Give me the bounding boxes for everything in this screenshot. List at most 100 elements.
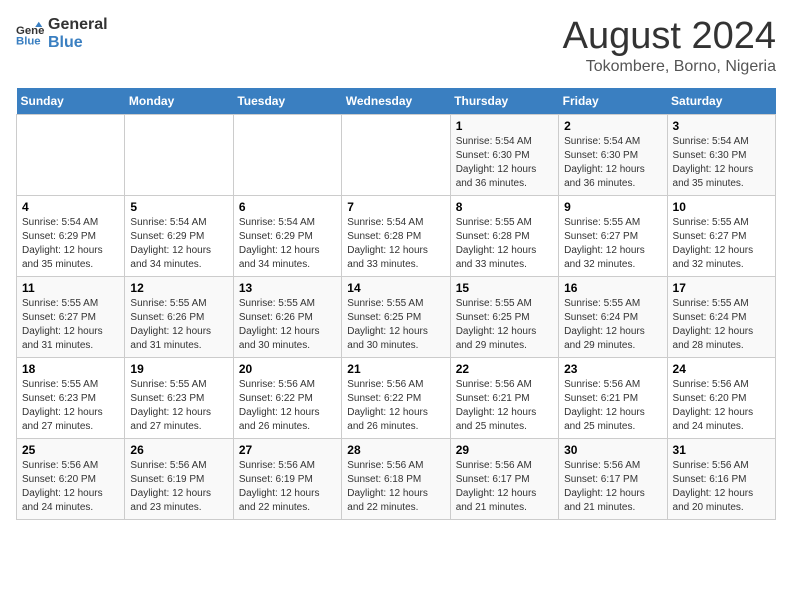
day-info: Sunrise: 5:56 AM Sunset: 6:19 PM Dayligh… (130, 459, 227, 515)
day-info: Sunrise: 5:54 AM Sunset: 6:30 PM Dayligh… (673, 135, 770, 191)
day-number: 11 (22, 281, 119, 295)
day-number: 22 (456, 362, 553, 376)
calendar-cell (342, 114, 450, 195)
calendar-cell: 26 Sunrise: 5:56 AM Sunset: 6:19 PM Dayli… (125, 438, 233, 519)
day-info: Sunrise: 5:55 AM Sunset: 6:23 PM Dayligh… (22, 378, 119, 434)
day-number: 3 (673, 119, 770, 133)
day-number: 15 (456, 281, 553, 295)
day-info: Sunrise: 5:56 AM Sunset: 6:22 PM Dayligh… (347, 378, 444, 434)
weekday-header-friday: Friday (559, 88, 667, 115)
day-info: Sunrise: 5:55 AM Sunset: 6:28 PM Dayligh… (456, 216, 553, 272)
day-info: Sunrise: 5:54 AM Sunset: 6:29 PM Dayligh… (239, 216, 336, 272)
day-info: Sunrise: 5:56 AM Sunset: 6:16 PM Dayligh… (673, 459, 770, 515)
calendar-cell: 18 Sunrise: 5:55 AM Sunset: 6:23 PM Dayli… (17, 357, 125, 438)
day-number: 8 (456, 200, 553, 214)
calendar-cell (125, 114, 233, 195)
day-number: 5 (130, 200, 227, 214)
calendar-cell: 15Sunrise: 5:55 AM Sunset: 6:25 PM Dayli… (450, 276, 558, 357)
title-block: August 2024 Tokombere, Borno, Nigeria (563, 16, 776, 76)
logo-icon: General Blue (16, 20, 44, 48)
svg-text:Blue: Blue (16, 35, 41, 47)
day-info: Sunrise: 5:54 AM Sunset: 6:29 PM Dayligh… (22, 216, 119, 272)
calendar-week-5: 25 Sunrise: 5:56 AM Sunset: 6:20 PM Dayli… (17, 438, 776, 519)
day-number: 4 (22, 200, 119, 214)
day-number: 25 (22, 443, 119, 457)
day-number: 6 (239, 200, 336, 214)
day-info: Sunrise: 5:54 AM Sunset: 6:28 PM Dayligh… (347, 216, 444, 272)
day-number: 18 (22, 362, 119, 376)
day-info: Sunrise: 5:56 AM Sunset: 6:20 PM Dayligh… (22, 459, 119, 515)
weekday-header-sunday: Sunday (17, 88, 125, 115)
day-info: Sunrise: 5:56 AM Sunset: 6:21 PM Dayligh… (564, 378, 661, 434)
calendar-cell: 6 Sunrise: 5:54 AM Sunset: 6:29 PM Daylig… (233, 195, 341, 276)
calendar-header: SundayMondayTuesdayWednesdayThursdayFrid… (17, 88, 776, 115)
calendar-week-2: 4 Sunrise: 5:54 AM Sunset: 6:29 PM Daylig… (17, 195, 776, 276)
calendar-cell: 28 Sunrise: 5:56 AM Sunset: 6:18 PM Dayli… (342, 438, 450, 519)
day-info: Sunrise: 5:56 AM Sunset: 6:20 PM Dayligh… (673, 378, 770, 434)
day-number: 16 (564, 281, 661, 295)
calendar-cell: 13 Sunrise: 5:55 AM Sunset: 6:26 PM Dayli… (233, 276, 341, 357)
calendar-cell: 25 Sunrise: 5:56 AM Sunset: 6:20 PM Dayli… (17, 438, 125, 519)
day-number: 2 (564, 119, 661, 133)
day-number: 26 (130, 443, 227, 457)
day-info: Sunrise: 5:55 AM Sunset: 6:27 PM Dayligh… (564, 216, 661, 272)
calendar-cell: 11 Sunrise: 5:55 AM Sunset: 6:27 PM Dayli… (17, 276, 125, 357)
day-number: 12 (130, 281, 227, 295)
calendar-cell: 10Sunrise: 5:55 AM Sunset: 6:27 PM Dayli… (667, 195, 775, 276)
day-info: Sunrise: 5:54 AM Sunset: 6:29 PM Dayligh… (130, 216, 227, 272)
logo-text-line2: Blue (48, 34, 108, 52)
day-info: Sunrise: 5:55 AM Sunset: 6:27 PM Dayligh… (22, 297, 119, 353)
day-info: Sunrise: 5:56 AM Sunset: 6:17 PM Dayligh… (564, 459, 661, 515)
day-info: Sunrise: 5:55 AM Sunset: 6:26 PM Dayligh… (239, 297, 336, 353)
weekday-header-monday: Monday (125, 88, 233, 115)
calendar-cell: 9 Sunrise: 5:55 AM Sunset: 6:27 PM Daylig… (559, 195, 667, 276)
day-info: Sunrise: 5:56 AM Sunset: 6:21 PM Dayligh… (456, 378, 553, 434)
weekday-header-wednesday: Wednesday (342, 88, 450, 115)
logo-text-line1: General (48, 16, 108, 34)
day-number: 31 (673, 443, 770, 457)
weekday-header-tuesday: Tuesday (233, 88, 341, 115)
day-number: 9 (564, 200, 661, 214)
calendar-cell: 27Sunrise: 5:56 AM Sunset: 6:19 PM Dayli… (233, 438, 341, 519)
day-info: Sunrise: 5:54 AM Sunset: 6:30 PM Dayligh… (456, 135, 553, 191)
calendar-cell: 23 Sunrise: 5:56 AM Sunset: 6:21 PM Dayli… (559, 357, 667, 438)
calendar-cell: 30Sunrise: 5:56 AM Sunset: 6:17 PM Dayli… (559, 438, 667, 519)
day-info: Sunrise: 5:56 AM Sunset: 6:22 PM Dayligh… (239, 378, 336, 434)
day-number: 13 (239, 281, 336, 295)
calendar-cell (17, 114, 125, 195)
day-info: Sunrise: 5:55 AM Sunset: 6:24 PM Dayligh… (564, 297, 661, 353)
calendar-cell: 20Sunrise: 5:56 AM Sunset: 6:22 PM Dayli… (233, 357, 341, 438)
calendar-week-1: 1 Sunrise: 5:54 AM Sunset: 6:30 PM Daylig… (17, 114, 776, 195)
calendar-cell: 7 Sunrise: 5:54 AM Sunset: 6:28 PM Daylig… (342, 195, 450, 276)
weekday-header-saturday: Saturday (667, 88, 775, 115)
day-number: 28 (347, 443, 444, 457)
calendar-cell: 3 Sunrise: 5:54 AM Sunset: 6:30 PM Daylig… (667, 114, 775, 195)
calendar-cell: 22 Sunrise: 5:56 AM Sunset: 6:21 PM Dayli… (450, 357, 558, 438)
day-number: 1 (456, 119, 553, 133)
day-info: Sunrise: 5:56 AM Sunset: 6:19 PM Dayligh… (239, 459, 336, 515)
day-number: 19 (130, 362, 227, 376)
day-number: 7 (347, 200, 444, 214)
calendar-cell: 21Sunrise: 5:56 AM Sunset: 6:22 PM Dayli… (342, 357, 450, 438)
calendar-cell: 24 Sunrise: 5:56 AM Sunset: 6:20 PM Dayli… (667, 357, 775, 438)
day-number: 24 (673, 362, 770, 376)
day-info: Sunrise: 5:55 AM Sunset: 6:27 PM Dayligh… (673, 216, 770, 272)
day-info: Sunrise: 5:56 AM Sunset: 6:17 PM Dayligh… (456, 459, 553, 515)
day-number: 17 (673, 281, 770, 295)
day-number: 14 (347, 281, 444, 295)
day-info: Sunrise: 5:55 AM Sunset: 6:24 PM Dayligh… (673, 297, 770, 353)
calendar-cell: 5 Sunrise: 5:54 AM Sunset: 6:29 PM Daylig… (125, 195, 233, 276)
calendar-cell: 4 Sunrise: 5:54 AM Sunset: 6:29 PM Daylig… (17, 195, 125, 276)
calendar-cell: 14Sunrise: 5:55 AM Sunset: 6:25 PM Dayli… (342, 276, 450, 357)
day-info: Sunrise: 5:56 AM Sunset: 6:18 PM Dayligh… (347, 459, 444, 515)
page-header: General Blue General Blue August 2024 To… (16, 16, 776, 76)
calendar-cell: 31 Sunrise: 5:56 AM Sunset: 6:16 PM Dayli… (667, 438, 775, 519)
day-info: Sunrise: 5:55 AM Sunset: 6:26 PM Dayligh… (130, 297, 227, 353)
calendar-week-4: 18 Sunrise: 5:55 AM Sunset: 6:23 PM Dayli… (17, 357, 776, 438)
day-number: 23 (564, 362, 661, 376)
day-info: Sunrise: 5:54 AM Sunset: 6:30 PM Dayligh… (564, 135, 661, 191)
calendar-cell: 16 Sunrise: 5:55 AM Sunset: 6:24 PM Dayli… (559, 276, 667, 357)
month-year-title: August 2024 (563, 16, 776, 58)
calendar-table: SundayMondayTuesdayWednesdayThursdayFrid… (16, 88, 776, 520)
calendar-cell: 12 Sunrise: 5:55 AM Sunset: 6:26 PM Dayli… (125, 276, 233, 357)
